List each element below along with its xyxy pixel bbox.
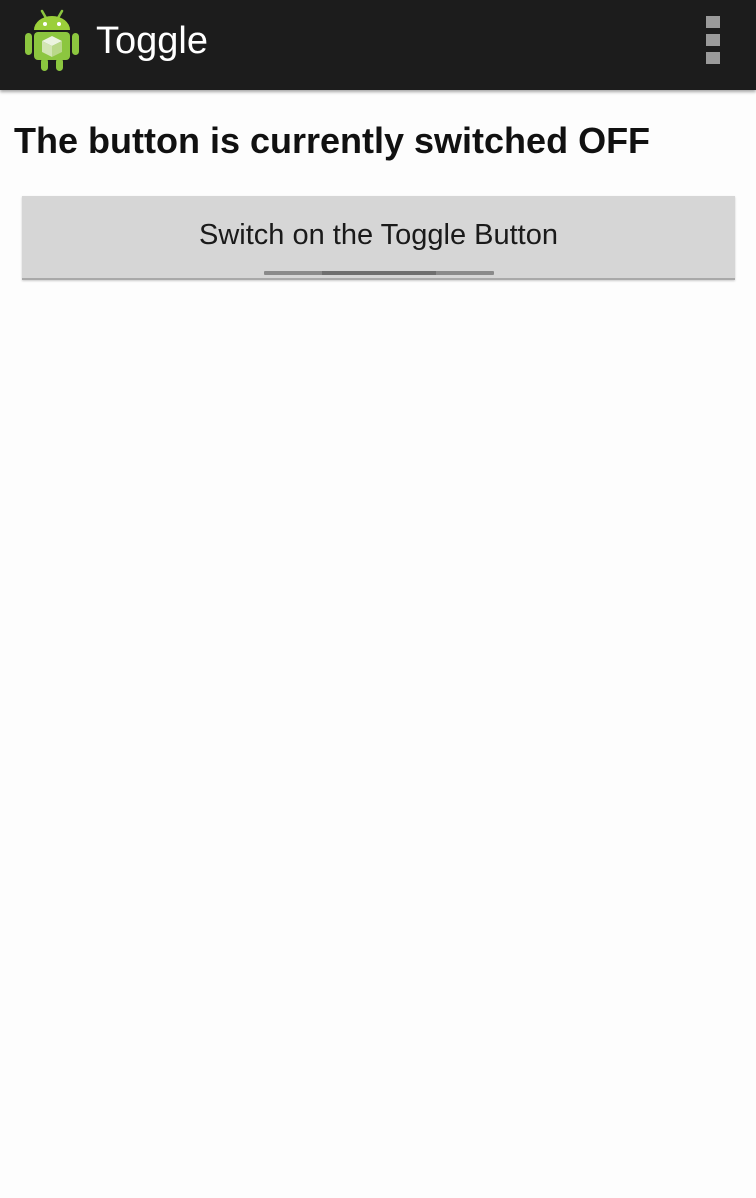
toggle-button[interactable]: Switch on the Toggle Button	[22, 196, 735, 280]
toggle-state-indicator	[264, 271, 494, 275]
toggle-state-indicator-highlight	[322, 271, 436, 275]
app-screen: Toggle The button is currently switched …	[0, 0, 756, 1198]
action-bar: Toggle	[0, 0, 756, 90]
overflow-menu-icon[interactable]	[698, 10, 728, 70]
overflow-dot	[706, 16, 720, 28]
overflow-dot	[706, 52, 720, 64]
toggle-status-text: The button is currently switched OFF	[14, 120, 651, 161]
android-robot-icon[interactable]	[24, 8, 80, 72]
app-title: Toggle	[96, 20, 208, 62]
overflow-dot	[706, 34, 720, 46]
toggle-button-label: Switch on the Toggle Button	[199, 219, 558, 251]
